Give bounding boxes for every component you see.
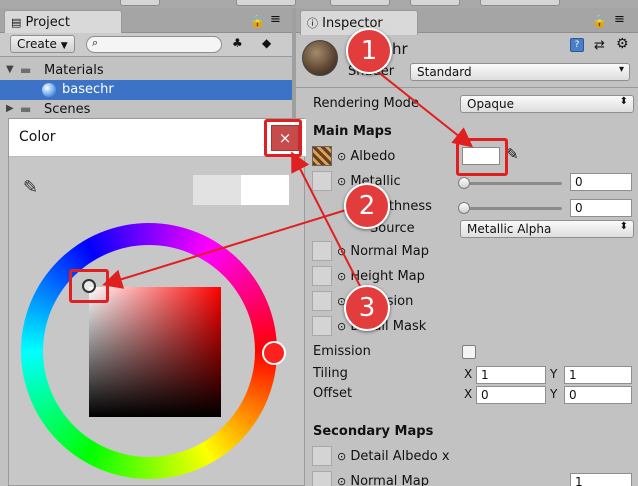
annotation-badge-3: 3 (344, 285, 390, 331)
annotation-badge-2: 2 (344, 183, 390, 229)
annotation-arrows (102, 63, 474, 291)
annotation-badge-1: 1 (346, 28, 392, 74)
arrow-2 (102, 209, 347, 289)
arrow-1 (367, 63, 474, 148)
